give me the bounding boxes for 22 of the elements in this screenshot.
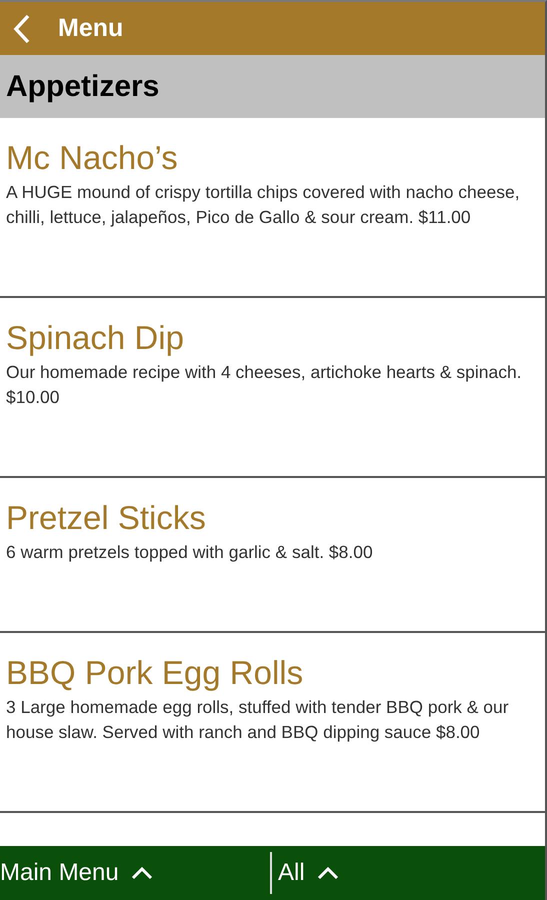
item-description: 6 warm pretzels topped with garlic & salt. $8.00 (6, 541, 374, 564)
item-name: Pretzel Sticks (6, 498, 207, 538)
section-header: Appetizers (0, 55, 545, 118)
menu-item[interactable]: Mc Nacho’s A HUGE mound of crispy tortilla chips covered with nacho cheese, chilli, lettuce, jalapeños, Pico de Gallo & sour cream. $11.00 (0, 118, 545, 298)
caret-up-icon (130, 866, 153, 880)
item-description: Our homemade recipe with 4 cheeses, artichoke hearts & spinach. $10.00 (6, 361, 523, 409)
back-button[interactable] (12, 12, 32, 44)
dropdown-tab[interactable]: All (278, 859, 339, 887)
menu-item[interactable]: BBQ Pork Egg Rolls 3 Large homemade egg rolls, stuffed with tender BBQ pork & our house slaw. Served with ranch and BBQ dipping sauce $8.00 (0, 633, 545, 813)
menu-item[interactable]: Pretzel Sticks 6 warm pretzels topped with garlic & salt. $8.00 (0, 478, 545, 633)
tab-label: Main Menu (0, 859, 119, 887)
item-description: A HUGE mound of crispy tortilla chips covered with nacho cheese, chilli, lettuce, jalapeños, Pico de Gallo & sour cream. $11.00 (6, 181, 521, 229)
item-name: Mc Nacho’s (6, 138, 179, 178)
item-name: BBQ Pork Egg Rolls (6, 653, 304, 693)
item-description: 3 Large homemade egg rolls, stuffed with tender BBQ pork & our house slaw. Served with ranch and BBQ dipping sauce $8.00 (6, 696, 510, 744)
back-icon (12, 12, 32, 44)
app-title: Menu (58, 14, 124, 43)
dropdown-tab[interactable]: Main Menu (0, 859, 270, 887)
caret-up-icon (316, 866, 339, 880)
item-name: Spinach Dip (6, 318, 185, 358)
menu-item[interactable]: Spinach Dip Our homemade recipe with 4 cheeses, artichoke hearts & spinach. $10.00 (0, 298, 545, 478)
tab-label: All (278, 859, 305, 887)
